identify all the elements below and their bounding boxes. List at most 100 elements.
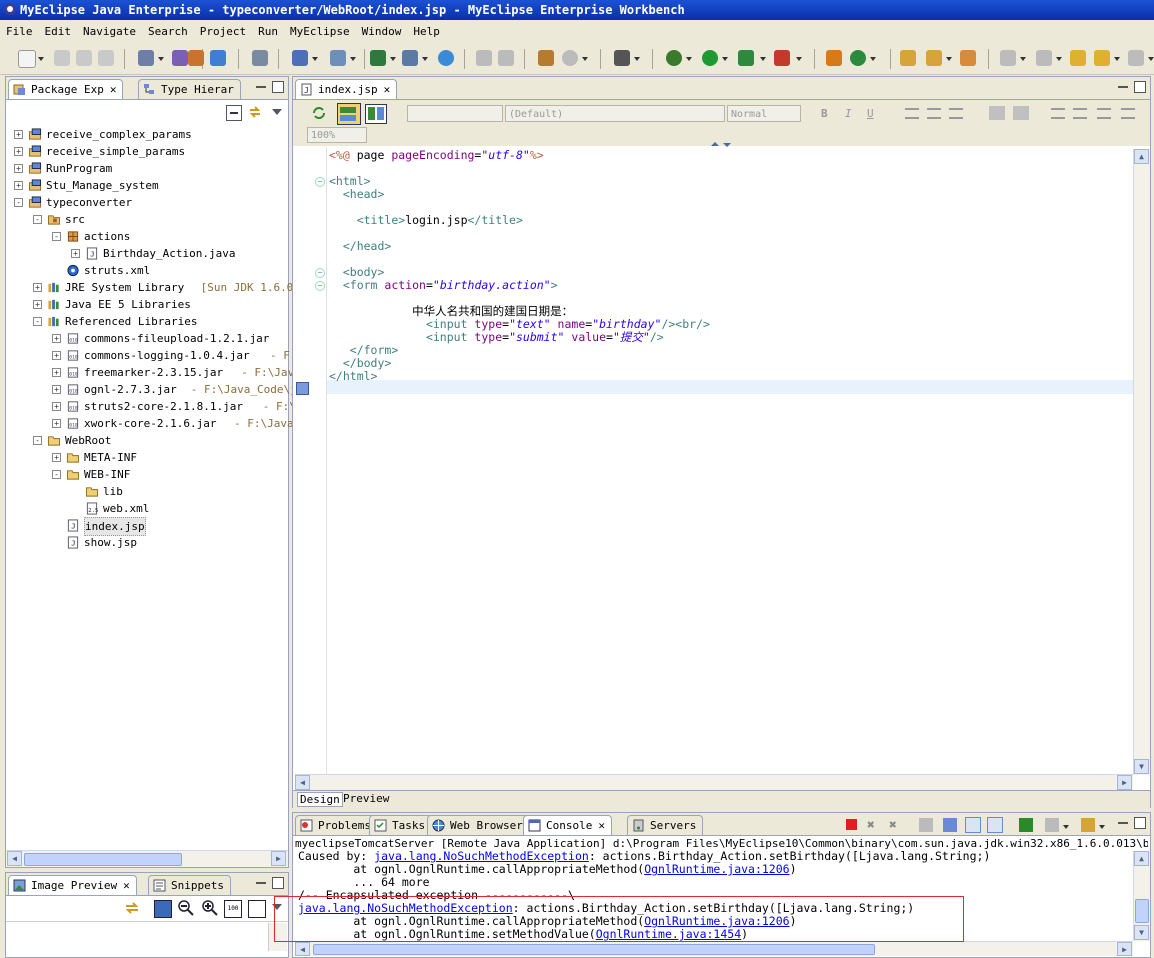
insert-image-icon[interactable]: [989, 106, 1005, 120]
italic-icon[interactable]: I: [845, 107, 852, 120]
tab-servers[interactable]: Servers: [627, 815, 704, 835]
link-with-editor-icon[interactable]: [248, 105, 262, 119]
open-folder-icon[interactable]: [900, 50, 916, 66]
debug-icon[interactable]: [666, 50, 682, 66]
console-horizontal-scrollbar[interactable]: ◀ ▶: [295, 941, 1133, 956]
tree-item[interactable]: + receive_simple_params: [6, 143, 287, 160]
undo-refactor-icon[interactable]: [498, 50, 514, 66]
tree-item[interactable]: - actions: [6, 228, 287, 245]
editor-horizontal-scrollbar[interactable]: ◀ ▶: [295, 774, 1133, 790]
tree-item[interactable]: +010commons-logging-1.0.4.jar- F:\Ja: [6, 347, 316, 364]
tab-console[interactable]: Console ✕: [523, 815, 612, 835]
tree-item[interactable]: +010 struts2-core-2.1.8.1.jar - F:\Jav: [6, 398, 316, 415]
next-annotation-icon[interactable]: [1000, 50, 1016, 66]
display-console-icon[interactable]: [1045, 818, 1059, 832]
expand-icon[interactable]: +: [14, 181, 23, 190]
terminate-icon[interactable]: [846, 819, 857, 830]
collapse-icon[interactable]: -: [33, 215, 42, 224]
scroll-right-icon[interactable]: ▶: [1117, 942, 1132, 956]
tree-item[interactable]: Jshow.jsp: [6, 534, 287, 551]
run-icon[interactable]: [702, 50, 718, 66]
bullet-list-icon[interactable]: [1121, 108, 1135, 119]
console-h-scroll-thumb[interactable]: [313, 944, 875, 955]
align-right-icon[interactable]: [949, 108, 963, 119]
browser-icon[interactable]: [402, 50, 418, 66]
tree-item[interactable]: - typeconverter: [6, 194, 287, 211]
version-2-icon[interactable]: [252, 50, 268, 66]
refresh-icon[interactable]: [311, 105, 327, 121]
camera-icon[interactable]: [614, 50, 630, 66]
remove-launch-icon[interactable]: ✖: [867, 818, 875, 833]
expand-icon[interactable]: +: [52, 334, 61, 343]
menu-window[interactable]: Window: [356, 22, 408, 41]
console-vertical-scrollbar[interactable]: ▲ ▼: [1133, 851, 1150, 941]
cup-icon[interactable]: [960, 50, 976, 66]
collapse-all-icon[interactable]: [226, 105, 242, 121]
collapse-up-icon[interactable]: [711, 142, 719, 146]
tree-item[interactable]: + META-INF: [6, 449, 287, 466]
show-stdout-icon[interactable]: [965, 817, 981, 833]
zoom-out-icon[interactable]: [178, 900, 194, 916]
deploy-project-icon[interactable]: [188, 50, 204, 66]
tree-item[interactable]: +010commons-fileupload-1.2.1.jar- F:: [6, 330, 318, 347]
fit-window-icon[interactable]: [248, 900, 266, 918]
close-icon[interactable]: ✕: [123, 879, 130, 892]
remove-all-icon[interactable]: ✖: [889, 818, 897, 833]
view-menu-icon[interactable]: [272, 904, 282, 910]
save-icon[interactable]: [54, 50, 70, 66]
collapse-icon[interactable]: -: [52, 470, 61, 479]
expand-icon[interactable]: +: [52, 385, 61, 394]
tree-horizontal-scrollbar[interactable]: ◀ ▶: [6, 850, 288, 867]
tab-package-explorer[interactable]: Package Exp ✕: [8, 79, 124, 99]
tab-problems[interactable]: Problems: [295, 815, 378, 835]
tab-snippets[interactable]: Snippets: [148, 875, 231, 895]
new-class-icon[interactable]: [826, 50, 842, 66]
tree-item[interactable]: lib: [6, 483, 287, 500]
scroll-right-icon[interactable]: ▶: [1117, 775, 1132, 790]
menu-help[interactable]: Help: [407, 22, 446, 41]
open-console-icon[interactable]: [1081, 818, 1095, 832]
collapse-icon[interactable]: -: [14, 198, 23, 207]
fit-image-icon[interactable]: [154, 900, 172, 918]
save-all-icon[interactable]: [76, 50, 92, 66]
clear-console-icon[interactable]: [919, 818, 933, 832]
scroll-left-icon[interactable]: ◀: [295, 942, 310, 956]
server-icon[interactable]: [370, 50, 386, 66]
show-stderr-icon[interactable]: [987, 817, 1003, 833]
menu-myeclipse[interactable]: MyEclipse: [284, 22, 356, 41]
forward-arrow-icon[interactable]: [1128, 50, 1144, 66]
expand-icon[interactable]: +: [52, 368, 61, 377]
tab-tasks[interactable]: Tasks: [369, 815, 433, 835]
tree-scroll-thumb[interactable]: [24, 853, 182, 866]
scroll-up-icon[interactable]: ▲: [1134, 851, 1149, 866]
editor-vertical-scrollbar[interactable]: ▲ ▼: [1133, 149, 1150, 775]
debug-deploy-icon[interactable]: [138, 50, 154, 66]
underline-icon[interactable]: U: [867, 107, 874, 120]
maximize-icon[interactable]: [1134, 81, 1146, 93]
tree-item[interactable]: + Java EE 5 Libraries: [6, 296, 287, 313]
split-horizontal-icon[interactable]: [337, 103, 361, 125]
prev-annotation-icon[interactable]: [1036, 50, 1052, 66]
error-marker-icon[interactable]: [296, 382, 309, 395]
source-editor[interactable]: <%@ page pageEncoding="utf-8"%> <html> <h…: [293, 147, 1133, 775]
zoom-select[interactable]: 100%: [307, 127, 367, 143]
console-scroll-thumb[interactable]: [1135, 899, 1149, 923]
insert-table-icon[interactable]: [1013, 106, 1029, 120]
maximize-icon[interactable]: [272, 81, 284, 93]
scroll-up-icon[interactable]: ▲: [1134, 149, 1149, 164]
tree-item[interactable]: +010 ognl-2.7.3.jar - F:\Java_Code\jar: [6, 381, 310, 398]
preview-vertical-scrollbar[interactable]: [268, 923, 287, 951]
menu-navigate[interactable]: Navigate: [77, 22, 142, 41]
tree-item[interactable]: - WebRoot: [6, 432, 287, 449]
stack-trace-link[interactable]: OgnlRuntime.java:1206: [644, 914, 789, 928]
expand-icon[interactable]: +: [33, 300, 42, 309]
tree-item[interactable]: + JRE System Library [Sun JDK 1.6.0_13: [6, 279, 313, 296]
style-select[interactable]: (Default): [505, 105, 725, 122]
tree-item[interactable]: 2.5 web.xml: [6, 500, 287, 517]
tree-item[interactable]: +010 xwork-core-2.1.6.jar - F:\Java_Co: [6, 415, 313, 432]
scroll-left-icon[interactable]: ◀: [295, 775, 310, 790]
tree-item[interactable]: - Referenced Libraries: [6, 313, 287, 330]
maximize-icon[interactable]: [272, 877, 284, 889]
search-icon[interactable]: [330, 50, 346, 66]
expand-icon[interactable]: +: [33, 283, 42, 292]
